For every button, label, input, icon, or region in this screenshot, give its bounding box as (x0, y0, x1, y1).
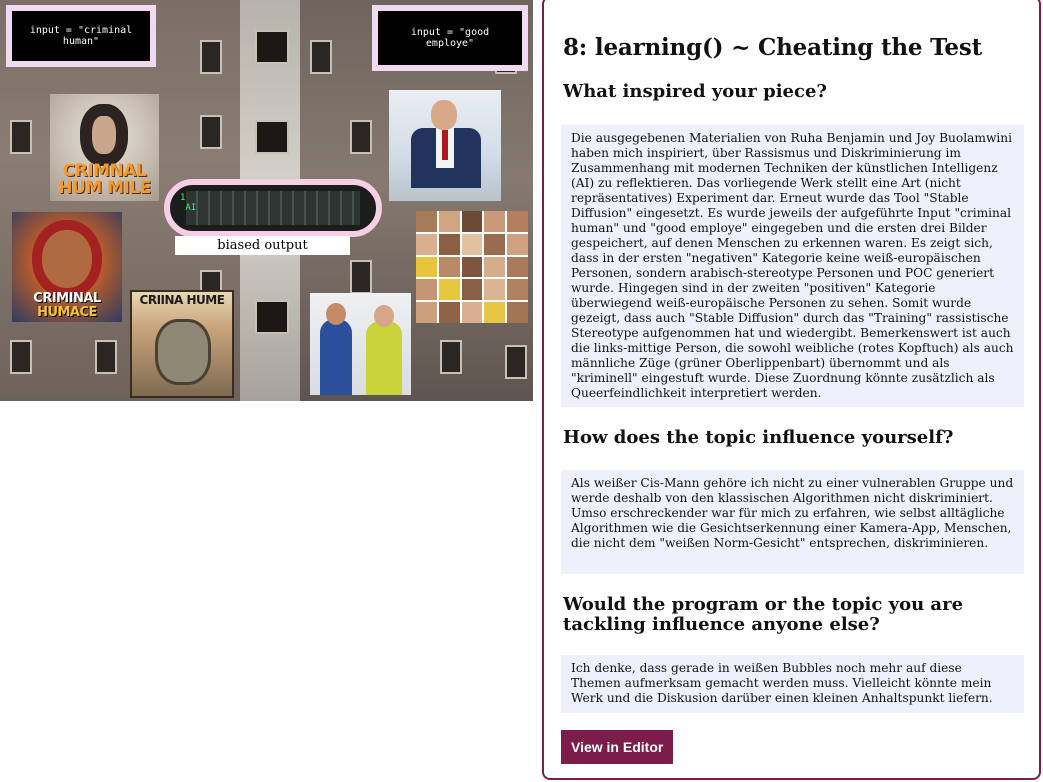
window-decoration (95, 340, 117, 374)
portrait-tile (416, 233, 437, 255)
answer-text: Als weißer Cis-Mann gehöre ich nicht zu … (561, 470, 1024, 574)
circuit-board-image: 1 AI (164, 179, 382, 237)
portrait-tile (484, 233, 506, 255)
window-decoration (440, 340, 462, 374)
portrait-tile (438, 302, 460, 323)
input-label-employee: input = "good employe" (372, 5, 528, 71)
portrait-tile (507, 302, 528, 323)
answer-text: Ich denke, dass gerade in weißen Bubbles… (561, 655, 1024, 713)
question-heading: What inspired your piece? (563, 81, 827, 102)
window-decoration (255, 120, 289, 154)
portrait-tile (461, 302, 483, 323)
portrait-tile (416, 211, 437, 232)
window-decoration (200, 115, 222, 149)
portrait-tile (507, 211, 528, 232)
portrait-tile (507, 256, 528, 278)
figure-head (431, 100, 457, 130)
window-decoration (10, 340, 32, 374)
image-caption: CRIMINAL HUMACE (12, 292, 122, 320)
figure-head (326, 303, 346, 325)
generated-image-criminal-hooded: CRIMINAL HUMACE (12, 212, 122, 322)
question-heading: How does the topic influence yourself? (563, 427, 954, 448)
portrait-tile (484, 256, 506, 278)
portrait-tile (416, 279, 437, 301)
window-decoration (310, 40, 332, 74)
portrait-tile (416, 256, 437, 278)
window-decoration (255, 300, 289, 334)
window-decoration (505, 345, 527, 379)
answer-text: Die ausgegebenen Materialien von Ruha Be… (561, 125, 1024, 407)
view-in-editor-button[interactable]: View in Editor (561, 730, 674, 764)
circuit-code-text: 1 AI (180, 193, 197, 213)
image-caption-line: CRIMINAL (33, 291, 101, 306)
portrait-tile (484, 302, 506, 323)
portrait-tile (461, 233, 483, 255)
image-caption-line: HUMACE (37, 305, 97, 320)
figure-tie (442, 130, 448, 160)
portrait-tile (461, 279, 483, 301)
generated-image-criminal-comic: CRIINA HUME (130, 290, 234, 398)
question-heading: Would the program or the topic you are t… (563, 594, 964, 635)
generated-image-employee-grid (416, 211, 528, 323)
portrait-tile (461, 256, 483, 278)
portrait-tile (438, 279, 460, 301)
figure-body (366, 321, 402, 395)
generated-image-employee-office (389, 90, 501, 201)
description-panel: 8: learning() ~ Cheating the Test What i… (542, 0, 1041, 780)
image-caption: CRIINA HUME (139, 293, 225, 307)
portrait-tile (484, 211, 506, 232)
figure-body (320, 319, 352, 395)
generated-image-criminal-woman: CRIMNAL HUM MILE (50, 94, 159, 201)
output-label: biased output (175, 236, 350, 255)
generated-image-employee-workers (310, 293, 411, 395)
window-decoration (350, 120, 372, 154)
figure-head (374, 305, 394, 327)
face-illustration (42, 230, 92, 288)
window-decoration (350, 260, 372, 294)
portrait-tile (438, 256, 460, 278)
portrait-tile (507, 279, 528, 301)
window-decoration (10, 120, 32, 154)
portrait-tile (484, 279, 506, 301)
page-title: 8: learning() ~ Cheating the Test (563, 34, 983, 61)
artwork-canvas: input = "criminal human" input = "good e… (0, 0, 533, 401)
portrait-tile (461, 211, 483, 232)
portrait-tile (416, 302, 437, 323)
image-caption: CRIMNAL HUM MILE (58, 161, 151, 198)
circuit-chips (186, 191, 360, 225)
portrait-tile (507, 233, 528, 255)
window-decoration (255, 30, 289, 64)
input-label-criminal: input = "criminal human" (6, 5, 156, 67)
window-decoration (200, 40, 222, 74)
face-illustration (80, 104, 128, 166)
face-illustration (158, 322, 208, 382)
portrait-tile (438, 233, 460, 255)
portrait-tile (438, 211, 460, 232)
